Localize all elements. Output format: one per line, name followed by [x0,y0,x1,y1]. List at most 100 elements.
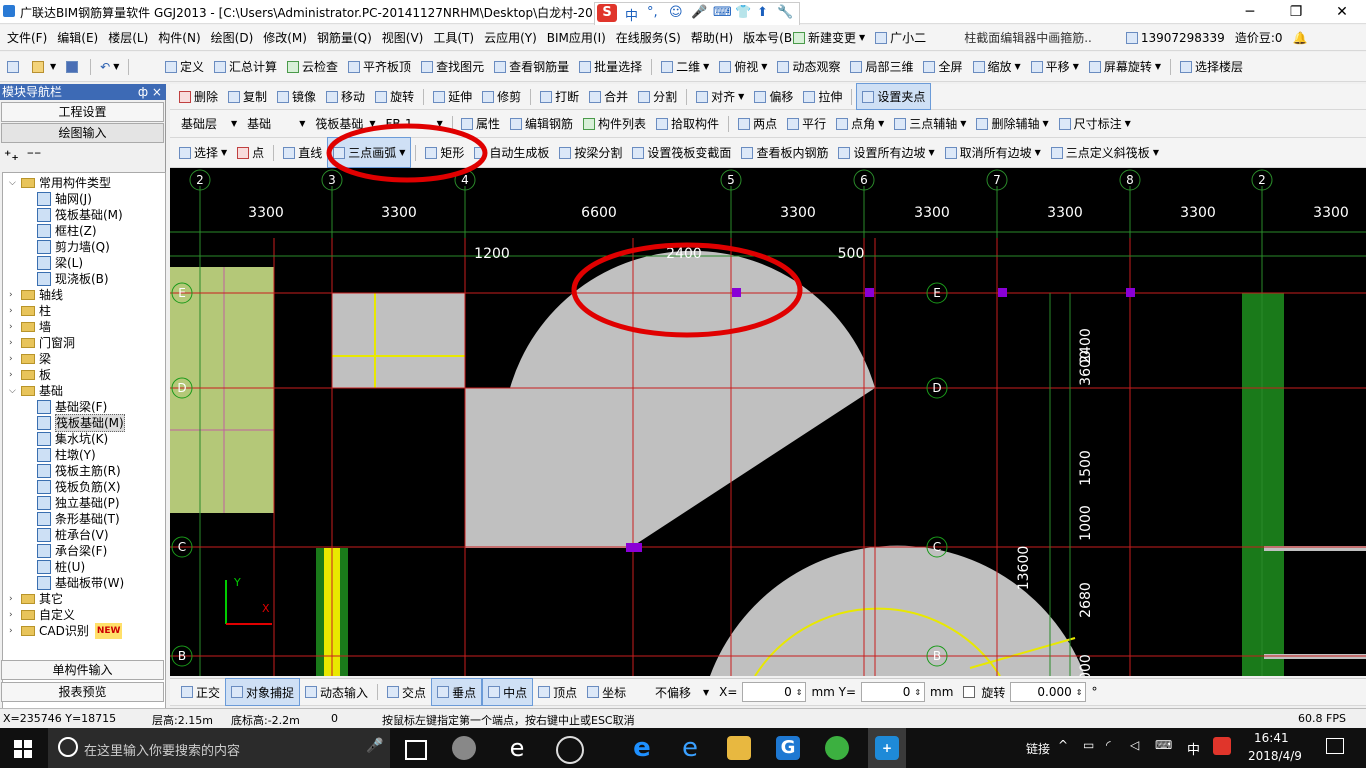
tb4-button-2[interactable]: 直线 [278,138,327,167]
tb1-button-3[interactable]: 平齐板顶 [343,52,416,81]
floor-select[interactable]: 基础层 ▼ [176,110,242,137]
menu-item-0[interactable]: 文件(F) [2,25,52,50]
action-center-icon[interactable] [1326,738,1344,754]
tree-item-15[interactable]: 筏板基础(M) [37,414,125,432]
tree-item-12[interactable]: › 板 [9,367,51,383]
menu-item-2[interactable]: 楼层(L) [103,25,153,50]
tray-sogou-icon[interactable] [1213,737,1231,755]
snap-button-5[interactable]: 中点 [482,678,534,706]
expand-icon[interactable]: › [9,287,19,303]
tree-item-9[interactable]: › 墙 [9,319,51,335]
tb4-button-7[interactable]: 设置筏板变截面 [627,138,736,167]
undo-button[interactable]: ↶ ▼ [95,52,124,81]
tb4-button-6[interactable]: 按梁分割 [554,138,627,167]
tree-item-8[interactable]: › 柱 [9,303,51,319]
tb1-button-11[interactable]: 全屏 [918,52,967,81]
grip-point[interactable] [998,288,1007,297]
menu-item-1[interactable]: 编辑(E) [52,25,103,50]
tb1-button-0[interactable]: 定义 [160,52,209,81]
tb4-button-11[interactable]: 三点定义斜筏板 ▼ [1046,138,1164,167]
tb1-button-9[interactable]: 动态观察 [772,52,845,81]
rotate-angle-input[interactable]: 0.000 ⇕ [1010,682,1087,702]
tree-item-21[interactable]: 条形基础(T) [37,511,120,527]
drawing-canvas[interactable]: 2 3 4 5 6 7 8 2 E D C B E D C B 3300 3300 6600 3300 3300 3… [170,168,1366,676]
raft-slab-polygon[interactable] [465,250,875,548]
tree-item-4[interactable]: 剪力墙(Q) [37,239,110,255]
draw-input-button[interactable]: 绘图输入 [1,123,164,143]
tray-link-label[interactable]: 链接 [1026,740,1050,757]
grip-point[interactable] [1126,288,1135,297]
tb3-button-9[interactable]: 尺寸标注 ▼ [1054,110,1136,137]
minimize-button[interactable]: ─ [1227,0,1273,24]
tree-item-6[interactable]: 现浇板(B) [37,271,109,287]
y-coordinate-input[interactable]: 0 ⇕ [861,682,926,702]
tb2-button-13[interactable]: 设置夹点 [856,83,932,110]
tb2-button-11[interactable]: 偏移 [749,84,798,109]
tree-item-13[interactable]: ⌵ 基础 [9,383,63,399]
tree-item-22[interactable]: 桩承台(V) [37,527,109,543]
ime-upload-icon[interactable]: ⬆ [757,5,768,20]
collapse-icon[interactable]: ⌵ [9,175,19,191]
expand-icon[interactable]: › [9,303,19,319]
tb3-button-7[interactable]: 三点辅轴 ▼ [889,110,971,137]
tb1-button-1[interactable]: 汇总计算 [209,52,282,81]
tree-item-17[interactable]: 柱墩(Y) [37,447,96,463]
tb2-button-12[interactable]: 拉伸 [798,84,847,109]
g-app-icon[interactable] [556,736,584,764]
tb4-button-0[interactable]: 选择 ▼ [174,138,232,167]
tb2-button-7[interactable]: 打断 [535,84,584,109]
snap-button-4[interactable]: 垂点 [431,678,483,706]
ime-keyboard-icon[interactable]: ⌨ [713,5,732,20]
ime-chinese-mode[interactable]: 中 [625,5,638,24]
tray-clock-time[interactable]: 16:41 [1254,731,1289,745]
component-type-select[interactable]: 筏板基础 ▼ [310,110,380,137]
single-component-input-button[interactable]: 单构件输入 [1,660,164,680]
tb2-button-4[interactable]: 旋转 [370,84,419,109]
tb1-button-4[interactable]: 查找图元 [416,52,489,81]
tb1-button-2[interactable]: 云检查 [282,52,343,81]
internet-explorer-icon[interactable]: e [678,735,702,761]
menu-item-12[interactable]: 帮助(H) [686,25,738,50]
component-tree[interactable]: ⌵ 常用构件类型 轴网(J) 筏板基础(M) 框柱(Z) 剪力墙(Q) 梁(L) 现浇板(B)… [2,172,166,744]
menu-item-3[interactable]: 构件(N) [153,25,205,50]
tray-expand-icon[interactable]: ^ [1058,738,1068,752]
taskbar-search-box[interactable]: 在这里输入你要搜索的内容 🎤 [48,728,390,768]
grip-point[interactable] [865,288,874,297]
menu-item-9[interactable]: 云应用(Y) [479,25,542,50]
navigator-pin-close[interactable]: ф × [138,84,162,100]
tree-item-3[interactable]: 框柱(Z) [37,223,97,239]
tree-item-0[interactable]: ⌵ 常用构件类型 [9,175,111,191]
tree-item-25[interactable]: 基础板带(W) [37,575,124,591]
menu-item-11[interactable]: 在线服务(S) [611,25,686,50]
tree-expand-collapse[interactable]: ⁺₊ ⁻⁻ [4,148,64,168]
collapse-all-icon[interactable]: ⁻⁻ [27,148,42,164]
microphone-icon[interactable]: 🎤 [366,738,383,754]
tb1-button-13[interactable]: 平移 ▼ [1026,52,1084,81]
tray-keyboard-icon[interactable]: ⌨ [1155,738,1172,752]
grip-point[interactable] [732,288,741,297]
tree-item-18[interactable]: 筏板主筋(R) [37,463,121,479]
tb1-button-8[interactable]: 俯视 ▼ [714,52,772,81]
project-settings-button[interactable]: 工程设置 [1,102,164,122]
new-file-button[interactable] [2,52,27,81]
floor-type-select[interactable]: 基础 ▼ [242,110,310,137]
component-instance-select[interactable]: FB-1 ▼ [381,110,448,137]
rotate-checkbox[interactable]: 旋转 [958,679,1010,705]
tb3-button-3[interactable]: 拾取构件 [651,110,724,137]
tb1-button-12[interactable]: 缩放 ▼ [968,52,1026,81]
expand-icon[interactable]: › [9,591,19,607]
ime-skin-icon[interactable]: 👕 [735,5,751,20]
tb4-button-9[interactable]: 设置所有边坡 ▼ [833,138,939,167]
gray-slab-block[interactable] [332,293,465,388]
tb3-button-2[interactable]: 构件列表 [578,110,651,137]
tree-item-19[interactable]: 筏板负筋(X) [37,479,121,495]
expand-icon[interactable]: › [9,351,19,367]
tb2-button-1[interactable]: 复制 [223,84,272,109]
tree-item-10[interactable]: › 门窗洞 [9,335,75,351]
edge-browser-icon[interactable]: e [630,735,654,761]
tb1-button-14[interactable]: 屏幕旋转 ▼ [1084,52,1166,81]
tree-item-7[interactable]: › 轴线 [9,287,63,303]
new-change-button[interactable]: 新建变更 ▼ [788,25,870,50]
tb3-button-1[interactable]: 编辑钢筋 [505,110,578,137]
expand-icon[interactable]: › [9,319,19,335]
